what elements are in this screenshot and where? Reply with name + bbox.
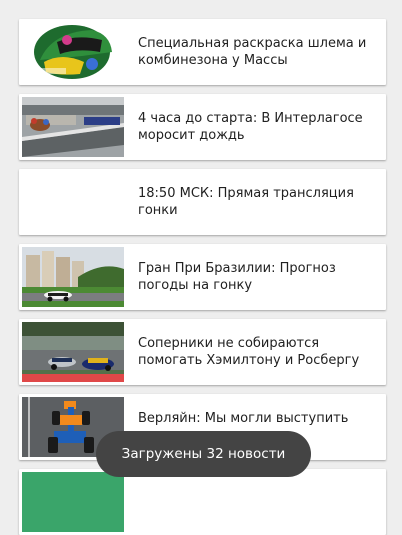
news-card[interactable]: Соперники не собираются помогать Хэмилто… [19, 319, 386, 385]
news-card[interactable]: Специальная раскраска шлема и комбинезон… [19, 19, 386, 85]
toast-message: Загружены 32 новости [121, 446, 286, 462]
news-title [138, 469, 374, 535]
news-title: Гран При Бразилии: Прогноз погоды на гон… [138, 261, 336, 293]
news-title: Специальная раскраска шлема и комбинезон… [138, 36, 367, 68]
news-card[interactable]: Гран При Бразилии: Прогноз погоды на гон… [19, 244, 386, 310]
news-thumbnail [22, 472, 124, 532]
news-card[interactable]: 4 часа до старта: В Интерлагосе моросит … [19, 94, 386, 160]
news-title: 4 часа до старта: В Интерлагосе моросит … [138, 111, 363, 143]
news-card[interactable] [19, 469, 386, 535]
news-thumbnail [22, 322, 124, 382]
loaded-news-toast: Загружены 32 новости [96, 431, 311, 477]
news-thumbnail [22, 97, 124, 157]
news-thumbnail [22, 247, 124, 307]
news-title: Соперники не собираются помогать Хэмилто… [138, 336, 360, 368]
news-card[interactable]: 18:50 МСК: Прямая трансляция гонки [19, 169, 386, 235]
news-thumbnail [22, 22, 124, 82]
news-title: 18:50 МСК: Прямая трансляция гонки [138, 186, 354, 218]
